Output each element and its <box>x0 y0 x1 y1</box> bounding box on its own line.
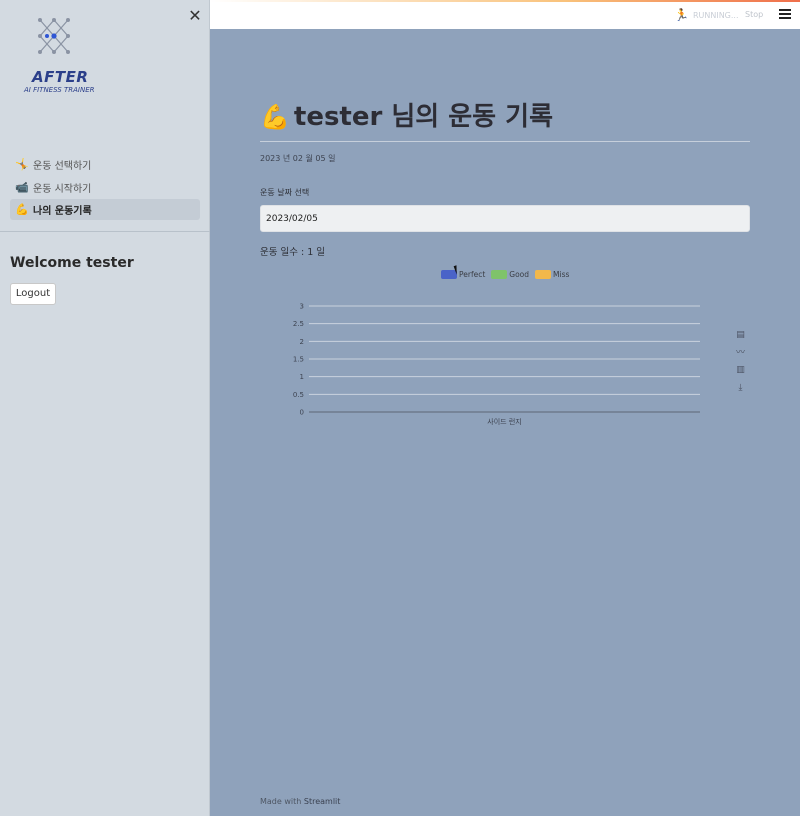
legend-label: Good <box>509 270 530 279</box>
app-logo: AFTER AI FITNESS TRAINER <box>22 16 94 96</box>
chart-toolbox: ▤ 〰 ▥ ⤓ <box>734 329 748 399</box>
sidebar-item-start-exercise[interactable]: 📹 운동 시작하기 <box>10 177 200 198</box>
title-divider <box>260 141 750 142</box>
x-tick-label: 사이드 런지 <box>487 417 521 426</box>
sidebar-item-select-exercise[interactable]: 🤸 운동 선택하기 <box>10 154 200 175</box>
date-field-label: 운동 날짜 선택 <box>260 188 310 197</box>
bar-chart: 0 0.5 1 1.5 2 2.5 3 사이드 런지 <box>293 303 700 426</box>
line-chart-icon[interactable]: 〰 <box>734 347 747 360</box>
welcome-text: Welcome tester <box>10 255 134 271</box>
running-icon: 🏃 <box>674 8 689 22</box>
legend-item-good[interactable]: Good <box>491 270 529 279</box>
y-tick-label: 0.5 <box>293 391 304 399</box>
sidebar: ✕ AFTER AI FITNESS TRAINER 🤸 운동 선택하기 📹 운… <box>0 0 210 816</box>
current-date: 2023 년 02 월 05 일 <box>260 154 336 163</box>
logo-subtitle: AI FITNESS TRAINER <box>24 86 95 94</box>
footer: Made with Streamlit <box>260 797 340 806</box>
y-tick-label: 1.5 <box>293 356 304 364</box>
y-tick-label: 3 <box>300 303 304 311</box>
logout-button[interactable]: Logout <box>10 283 56 305</box>
bar-chart-icon[interactable]: ▥ <box>734 364 747 377</box>
sidebar-item-label: 운동 시작하기 <box>33 183 92 195</box>
y-tick-label: 2 <box>300 338 304 346</box>
flexed-biceps-icon: 💪 <box>260 103 290 131</box>
running-status: 🏃 RUNNING... <box>674 8 739 22</box>
logo-title: AFTER <box>32 68 89 86</box>
flexed-biceps-icon: 💪 <box>15 203 29 216</box>
legend-item-perfect[interactable]: Perfect <box>441 270 485 279</box>
sidebar-nav: 🤸 운동 선택하기 📹 운동 시작하기 💪 나의 운동기록 <box>10 154 200 222</box>
hamburger-icon[interactable] <box>779 9 791 19</box>
exercise-days: 운동 일수 : 1 일 <box>260 247 326 258</box>
legend-label: Miss <box>553 270 570 279</box>
legend-swatch <box>491 270 508 279</box>
close-icon[interactable]: ✕ <box>186 7 204 25</box>
video-camera-icon: 📹 <box>15 180 29 194</box>
sidebar-item-label: 나의 운동기록 <box>33 206 92 217</box>
exercise-icon: 🤸 <box>15 158 29 171</box>
legend-label: Perfect <box>459 270 486 279</box>
y-tick-label: 2.5 <box>293 320 304 328</box>
page-title-text: tester 님의 운동 기록 <box>293 102 553 132</box>
logo-network-icon <box>38 18 70 54</box>
running-label: RUNNING... <box>692 10 739 20</box>
page-title: 💪 tester 님의 운동 기록 <box>260 96 553 133</box>
download-icon[interactable]: ⤓ <box>734 382 747 395</box>
stop-button[interactable]: Stop <box>745 10 763 19</box>
legend-swatch <box>535 270 552 279</box>
y-tick-label: 1 <box>300 373 304 381</box>
date-input[interactable] <box>260 205 750 232</box>
sidebar-item-my-records[interactable]: 💪 나의 운동기록 <box>10 199 200 220</box>
footer-prefix: Made with <box>260 797 302 806</box>
sidebar-item-label: 운동 선택하기 <box>33 161 92 172</box>
sidebar-divider <box>0 231 210 232</box>
y-tick-label: 0 <box>300 409 304 417</box>
streamlit-link[interactable]: Streamlit <box>304 797 341 806</box>
legend-item-miss[interactable]: Miss <box>535 270 569 279</box>
data-view-icon[interactable]: ▤ <box>734 329 747 342</box>
